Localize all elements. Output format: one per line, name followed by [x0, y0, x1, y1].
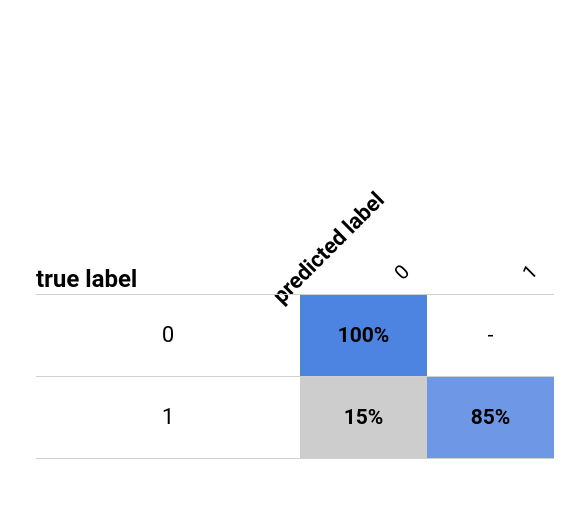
table-row: 0 100% -	[36, 295, 554, 377]
row-header-1: 1	[36, 377, 300, 459]
true-axis-label: true label	[36, 265, 137, 293]
matrix-table: 0 100% - 1 15% 85%	[36, 294, 554, 459]
predicted-axis-label: predicted label	[268, 188, 389, 309]
cell-1-1: 85%	[427, 377, 554, 459]
cell-0-1: -	[427, 295, 554, 377]
cell-0-0: 100%	[300, 295, 427, 377]
cell-1-0: 15%	[300, 377, 427, 459]
col-header-1: 1	[517, 260, 542, 285]
row-header-0: 0	[36, 295, 300, 377]
table-row: 1 15% 85%	[36, 377, 554, 459]
col-header-0: 0	[389, 260, 414, 285]
